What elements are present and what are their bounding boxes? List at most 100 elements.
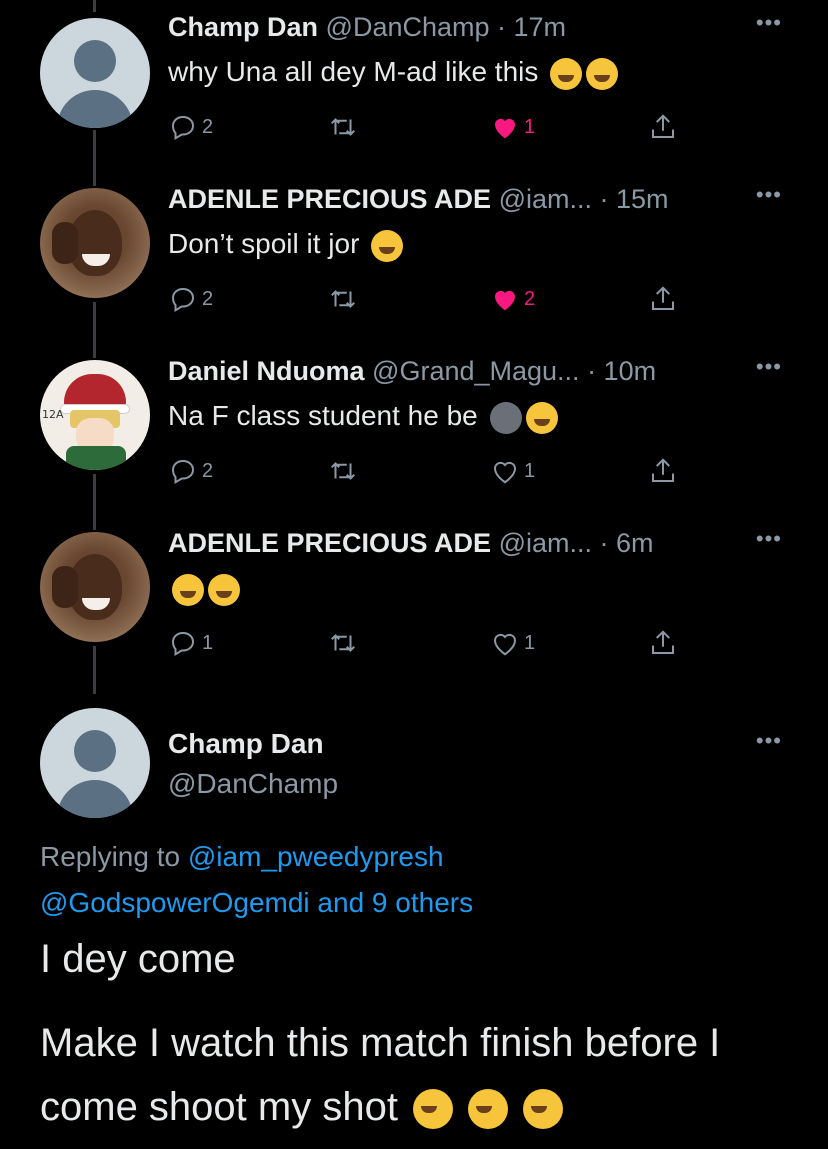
replying-prefix: Replying to (40, 841, 188, 872)
reply-count: 2 (202, 115, 214, 138)
like-count: 1 (524, 631, 536, 654)
user-handle[interactable]: @Grand_Magu... (372, 356, 580, 386)
like-button[interactable]: 1 (490, 626, 535, 660)
more-options-icon[interactable]: ••• (756, 12, 782, 34)
tweet-text (168, 572, 240, 606)
display-name[interactable]: Daniel Nduoma (168, 356, 365, 386)
more-options-icon[interactable]: ••• (756, 528, 782, 550)
reply-button[interactable]: 2 (168, 282, 213, 316)
default-avatar-body (57, 780, 133, 818)
default-avatar-body (57, 90, 133, 128)
share-icon (652, 458, 674, 482)
share-icon (652, 286, 674, 310)
display-name[interactable]: ADENLE PRECIOUS ADE (168, 184, 491, 214)
tweet-text-line: Make I watch this match finish before I (40, 1021, 721, 1065)
reply-tweet[interactable]: ADENLE PRECIOUS ADE @iam... · 6m ••• 1 1 (0, 516, 828, 688)
grinning-emoji-icon (523, 1089, 564, 1130)
heart-filled-icon (495, 290, 515, 311)
tweet-actions: 2 1 (168, 454, 688, 488)
tweet-actions: 1 1 (168, 626, 688, 660)
retweet-icon (331, 634, 355, 652)
more-options-icon[interactable]: ••• (756, 730, 782, 752)
mention-link[interactable]: @GodspowerOgemdi (40, 887, 310, 918)
tweet-header: Daniel Nduoma @Grand_Magu... · 10m (168, 356, 656, 387)
share-button[interactable] (648, 626, 678, 660)
reply-button[interactable]: 2 (168, 454, 213, 488)
like-count: 1 (524, 459, 536, 482)
avatar[interactable] (40, 188, 150, 298)
like-count: 1 (524, 115, 536, 138)
tweet-text-content: Na F class student he be (168, 400, 478, 431)
more-options-icon[interactable]: ••• (756, 184, 782, 206)
user-handle[interactable]: @iam... (499, 528, 592, 558)
user-handle[interactable]: @iam... (499, 184, 592, 214)
timestamp[interactable]: · 17m (490, 12, 566, 42)
avatar-hand (52, 222, 78, 264)
reply-tweet[interactable]: ADENLE PRECIOUS ADE @iam... · 15m ••• Do… (0, 172, 828, 344)
grinning-emoji-icon (468, 1089, 509, 1130)
mention-link[interactable]: @iam_pweedypresh (188, 841, 444, 872)
retweet-button[interactable] (328, 282, 358, 316)
reply-tweet[interactable]: Champ Dan @DanChamp · 17m ••• why Una al… (0, 0, 828, 172)
retweet-button[interactable] (328, 110, 358, 144)
others-link[interactable]: and 9 others (310, 887, 473, 918)
avatar[interactable] (40, 18, 150, 128)
reply-button[interactable]: 2 (168, 110, 213, 144)
tweet-text-content: come shoot my shot (40, 1085, 398, 1129)
joy-emoji-icon (172, 573, 204, 606)
like-button[interactable]: 1 (490, 110, 535, 144)
avatar[interactable]: 12A (40, 360, 150, 470)
share-button[interactable] (648, 110, 678, 144)
joy-emoji-icon (586, 57, 619, 90)
avatar-scarf (66, 446, 126, 470)
main-tweet: Champ Dan @DanChamp ••• Replying to @iam… (0, 700, 828, 1149)
retweet-button[interactable] (328, 626, 358, 660)
tweet-header: Champ Dan @DanChamp (168, 724, 338, 804)
user-handle[interactable]: @DanChamp (326, 12, 490, 42)
avatar[interactable] (40, 532, 150, 642)
share-button[interactable] (648, 454, 678, 488)
retweet-icon (331, 290, 355, 308)
tweet-text: Na F class student he be (168, 400, 558, 434)
reply-button[interactable]: 1 (168, 626, 213, 660)
heart-outline-icon (493, 461, 517, 484)
tweet-text: why Una all dey M-ad like this (168, 56, 619, 90)
like-button[interactable]: 2 (490, 282, 535, 316)
reply-icon (171, 459, 195, 485)
display-name[interactable]: ADENLE PRECIOUS ADE (168, 528, 491, 558)
heart-filled-icon (495, 118, 515, 139)
reply-icon (171, 115, 195, 141)
avatar-santa-hat (64, 374, 126, 408)
user-handle[interactable]: @DanChamp (168, 764, 338, 804)
tweet-header: Champ Dan @DanChamp · 17m (168, 12, 566, 43)
timestamp[interactable]: · 15m (592, 184, 668, 214)
like-button[interactable]: 1 (490, 454, 535, 488)
tweet-actions: 2 1 (168, 110, 688, 144)
heart-outline-icon (493, 633, 517, 656)
timestamp[interactable]: · 10m (580, 356, 656, 386)
display-name[interactable]: Champ Dan (168, 724, 338, 764)
avatar-tag: 12A (42, 408, 64, 421)
tweet-header: ADENLE PRECIOUS ADE @iam... · 15m (168, 184, 669, 215)
retweet-button[interactable] (328, 454, 358, 488)
grinning-emoji-icon (413, 1089, 454, 1130)
joy-emoji-icon (525, 401, 558, 434)
display-name[interactable]: Champ Dan (168, 12, 318, 42)
share-icon (652, 630, 674, 654)
more-options-icon[interactable]: ••• (756, 356, 782, 378)
reply-tweet[interactable]: 12A Daniel Nduoma @Grand_Magu... · 10m •… (0, 344, 828, 516)
tweet-text-line-with-emojis: come shoot my shot (40, 1076, 564, 1138)
retweet-icon (331, 118, 355, 136)
avatar[interactable] (40, 708, 150, 818)
reply-icon (171, 287, 195, 313)
tweet-text-content: why Una all dey M-ad like this (168, 56, 539, 87)
share-icon (652, 114, 674, 138)
share-button[interactable] (648, 282, 678, 316)
reply-count: 2 (202, 287, 214, 310)
tweet-text: Don’t spoil it jor (168, 228, 404, 262)
tweet-actions: 2 2 (168, 282, 688, 316)
timestamp[interactable]: · 6m (592, 528, 653, 558)
default-avatar-head (74, 730, 116, 772)
default-avatar-head (74, 40, 116, 82)
retweet-icon (331, 462, 355, 480)
